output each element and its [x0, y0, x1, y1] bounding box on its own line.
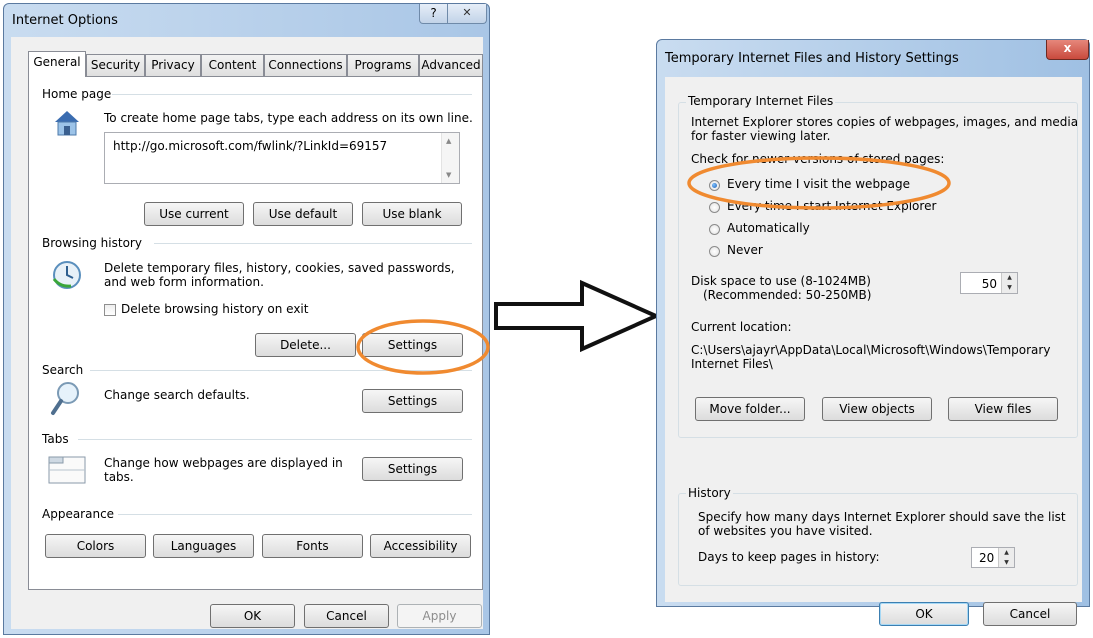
history-heading: History — [686, 486, 733, 500]
ok-button[interactable]: OK — [879, 602, 969, 626]
magnifier-icon — [51, 382, 79, 415]
use-current-button[interactable]: Use current — [144, 202, 244, 226]
fonts-button[interactable]: Fonts — [262, 534, 363, 558]
home-page-url-textarea[interactable]: http://go.microsoft.com/fwlink/?LinkId=6… — [104, 132, 460, 184]
tab-content[interactable]: Content — [201, 54, 264, 76]
history-description-1: Specify how many days Internet Explorer … — [698, 510, 1066, 524]
tab-security[interactable]: Security — [86, 54, 145, 76]
radio-automatically[interactable] — [709, 224, 720, 235]
close-icon: x — [1063, 41, 1072, 55]
right-arrow-icon — [494, 279, 661, 353]
disk-space-value[interactable]: 50 — [982, 277, 997, 291]
close-button[interactable]: x — [1046, 40, 1089, 60]
days-to-keep-value[interactable]: 20 — [979, 551, 994, 565]
tab-connections[interactable]: Connections — [264, 54, 347, 76]
disk-space-recommended: (Recommended: 50-250MB) — [703, 288, 872, 302]
cancel-button[interactable]: Cancel — [304, 604, 389, 628]
home-page-description: To create home page tabs, type each addr… — [104, 111, 473, 125]
scroll-down-icon[interactable]: ▼ — [446, 171, 451, 179]
close-button[interactable]: ✕ — [447, 4, 487, 24]
colors-button[interactable]: Colors — [45, 534, 146, 558]
apply-button[interactable]: Apply — [397, 604, 482, 628]
temp-files-heading: Temporary Internet Files — [686, 94, 836, 108]
dialog-title: Temporary Internet Files and History Set… — [665, 51, 959, 66]
current-location-path-1: C:\Users\ajayr\AppData\Local\Microsoft\W… — [691, 343, 1051, 357]
delete-on-exit-label[interactable]: Delete browsing history on exit — [121, 302, 308, 316]
scroll-up-icon[interactable]: ▲ — [446, 137, 451, 145]
spin-up-icon[interactable]: ▲ — [999, 548, 1014, 558]
use-blank-button[interactable]: Use blank — [362, 202, 462, 226]
radio-automatically-label[interactable]: Automatically — [727, 221, 810, 235]
history-group — [678, 493, 1078, 586]
days-to-keep-spinner[interactable]: 20 ▲ ▼ — [971, 547, 1015, 568]
appearance-heading: Appearance — [42, 507, 115, 521]
temp-files-description-2: for faster viewing later. — [691, 129, 831, 143]
history-description-2: of websites you have visited. — [698, 524, 873, 538]
dialog-title: Internet Options — [12, 13, 118, 28]
tabs-settings-button[interactable]: Settings — [362, 457, 463, 481]
browsing-history-heading: Browsing history — [42, 236, 142, 250]
title-bar[interactable]: Internet Options ? ✕ — [4, 4, 489, 34]
tab-advanced[interactable]: Advanced — [419, 54, 483, 76]
tabs-section: Tabs — [42, 432, 472, 446]
current-location-label: Current location: — [691, 320, 792, 334]
browsing-history-description-2: and web form information. — [104, 275, 264, 289]
accessibility-button[interactable]: Accessibility — [370, 534, 471, 558]
help-button[interactable]: ? — [419, 4, 448, 24]
tab-general[interactable]: General — [28, 51, 86, 77]
tabs-window-icon — [48, 456, 86, 484]
settings-highlight-ellipse — [356, 319, 490, 375]
radio-never-label[interactable]: Never — [727, 243, 763, 257]
radio-never[interactable] — [709, 246, 720, 257]
search-description: Change search defaults. — [104, 388, 250, 402]
home-page-heading: Home page — [42, 87, 112, 101]
use-default-button[interactable]: Use default — [253, 202, 353, 226]
delete-on-exit-checkbox[interactable] — [104, 304, 116, 316]
disk-space-spinner[interactable]: 50 ▲ ▼ — [960, 272, 1018, 294]
tabs-description-2: tabs. — [104, 470, 134, 484]
tab-programs[interactable]: Programs — [347, 54, 419, 76]
appearance-section: Appearance — [42, 507, 472, 521]
spinner-buttons[interactable]: ▲ ▼ — [998, 548, 1014, 567]
languages-button[interactable]: Languages — [153, 534, 254, 558]
spin-up-icon[interactable]: ▲ — [1002, 273, 1017, 283]
view-objects-button[interactable]: View objects — [822, 397, 932, 421]
spin-down-icon[interactable]: ▼ — [999, 558, 1014, 568]
temp-files-settings-dialog: Temporary Internet Files and History Set… — [656, 39, 1090, 626]
ok-button[interactable]: OK — [210, 604, 295, 628]
browsing-history-section: Browsing history — [42, 236, 472, 250]
disk-space-label: Disk space to use (8-1024MB) — [691, 274, 871, 288]
textarea-scrollbar[interactable]: ▲ ▼ — [441, 133, 459, 183]
delete-button[interactable]: Delete... — [255, 333, 356, 357]
search-settings-button[interactable]: Settings — [362, 389, 463, 413]
history-clock-icon — [52, 261, 81, 289]
days-to-keep-label: Days to keep pages in history: — [698, 550, 880, 564]
title-bar[interactable]: Temporary Internet Files and History Set… — [657, 40, 1089, 70]
tabs-description-1: Change how webpages are displayed in — [104, 456, 343, 470]
spinner-buttons[interactable]: ▲ ▼ — [1001, 273, 1017, 293]
tabs-heading: Tabs — [42, 432, 69, 446]
help-icon: ? — [430, 6, 437, 20]
temp-files-description-1: Internet Explorer stores copies of webpa… — [691, 115, 1079, 129]
view-files-button[interactable]: View files — [948, 397, 1058, 421]
move-folder-button[interactable]: Move folder... — [695, 397, 805, 421]
browsing-history-description-1: Delete temporary files, history, cookies… — [104, 261, 455, 275]
home-page-section: Home page — [42, 87, 472, 101]
home-page-icon — [55, 111, 79, 136]
home-page-url: http://go.microsoft.com/fwlink/?LinkId=6… — [113, 139, 388, 153]
spin-down-icon[interactable]: ▼ — [1002, 283, 1017, 293]
cancel-button[interactable]: Cancel — [983, 602, 1077, 626]
close-icon: ✕ — [462, 6, 472, 19]
current-location-path-2: Internet Files\ — [691, 357, 773, 371]
search-heading: Search — [42, 363, 84, 377]
tab-privacy[interactable]: Privacy — [145, 54, 201, 76]
radio-highlight-ellipse — [687, 156, 951, 210]
